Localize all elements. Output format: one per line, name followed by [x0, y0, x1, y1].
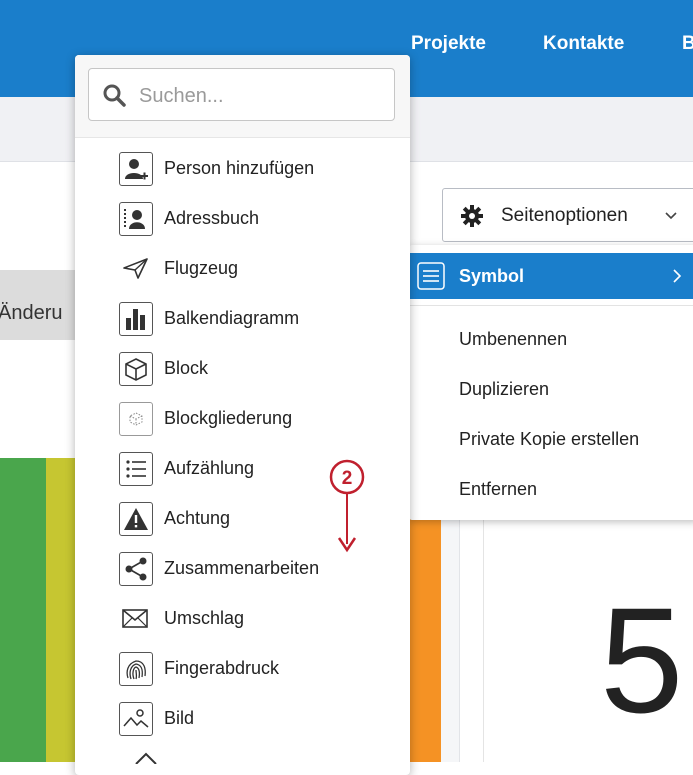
icon-option-label: Blockgliederung — [164, 408, 293, 428]
icon-option-label: Bild — [164, 708, 195, 728]
nav-contacts[interactable]: Kontakte — [543, 33, 624, 55]
nav-projects[interactable]: Projekte — [411, 33, 486, 55]
page-options-button[interactable]: Seitenoptionen — [442, 188, 693, 242]
icon-option-label: Achtung — [164, 508, 231, 528]
menu-item-symbol[interactable]: Symbol — [409, 253, 693, 299]
icon-option-cube[interactable]: Block — [119, 352, 389, 386]
annotation-callout: 2 — [329, 459, 365, 553]
icon-option-label: Balkendiagramm — [164, 308, 300, 328]
icon-option-image[interactable]: Bild — [119, 702, 389, 736]
gear-icon — [461, 205, 483, 227]
page-options-menu: Symbol Umbenennen Duplizieren Private Ko… — [409, 245, 693, 520]
icon-option-label: Umschlag — [164, 608, 245, 628]
cube-outline-icon — [119, 402, 153, 436]
search-input[interactable] — [137, 81, 381, 111]
icon-option-add-person[interactable]: Person hinzufügen — [119, 152, 389, 186]
icon-option-bar-chart[interactable]: Balkendiagramm — [119, 302, 389, 336]
page-options-label: Seitenoptionen — [501, 205, 628, 226]
house-icon — [135, 752, 157, 764]
envelope-icon — [119, 602, 153, 636]
chevron-down-icon — [665, 212, 677, 220]
image-icon — [119, 702, 153, 736]
annotation-number: 2 — [342, 468, 353, 489]
icon-option-cube-outline[interactable]: Blockgliederung — [119, 402, 389, 436]
menu-item-symbol-label: Symbol — [459, 266, 525, 286]
hamburger-icon — [417, 262, 445, 290]
fingerprint-icon — [119, 652, 153, 686]
icon-option-label: Person hinzufügen — [164, 158, 315, 178]
bar-chart-icon — [119, 302, 153, 336]
add-person-icon — [119, 152, 153, 186]
address-book-icon — [119, 202, 153, 236]
paper-plane-icon — [119, 252, 153, 286]
bullet-list-icon — [119, 452, 153, 486]
menu-item-duplicate[interactable]: Duplizieren — [459, 379, 549, 400]
icon-option-label: Zusammenarbeiten — [164, 558, 320, 578]
icon-picker-dropdown: Person hinzufügen Adressbuch Flugzeug Ba… — [75, 55, 410, 775]
metric-value: 5 — [600, 576, 684, 744]
menu-item-private-copy[interactable]: Private Kopie erstellen — [459, 429, 639, 450]
share-icon — [119, 552, 153, 586]
icon-option-paper-plane[interactable]: Flugzeug — [119, 252, 389, 286]
search-area — [75, 55, 410, 138]
search-box[interactable] — [88, 68, 395, 121]
icon-option-label: Block — [164, 358, 209, 378]
menu-item-rename[interactable]: Umbenennen — [459, 329, 567, 350]
icon-option-address-book[interactable]: Adressbuch — [119, 202, 389, 236]
icon-option-label: Aufzählung — [164, 458, 255, 478]
menu-item-remove[interactable]: Entfernen — [459, 479, 537, 500]
card-border — [483, 520, 484, 762]
icon-option-label: Flugzeug — [164, 258, 239, 278]
nav-more[interactable]: B — [682, 33, 693, 55]
icon-option-fingerprint[interactable]: Fingerabdruck — [119, 652, 389, 686]
menu-divider — [409, 305, 693, 306]
icon-option-label: Adressbuch — [164, 208, 260, 228]
icon-option-envelope[interactable]: Umschlag — [119, 602, 389, 636]
search-icon — [103, 84, 126, 107]
color-bar-green — [0, 458, 46, 762]
warning-icon — [119, 502, 153, 536]
cube-icon — [119, 352, 153, 386]
icon-option-label: Fingerabdruck — [164, 658, 280, 678]
tab-label[interactable]: Änderu — [0, 302, 63, 325]
chevron-right-icon — [673, 269, 682, 283]
